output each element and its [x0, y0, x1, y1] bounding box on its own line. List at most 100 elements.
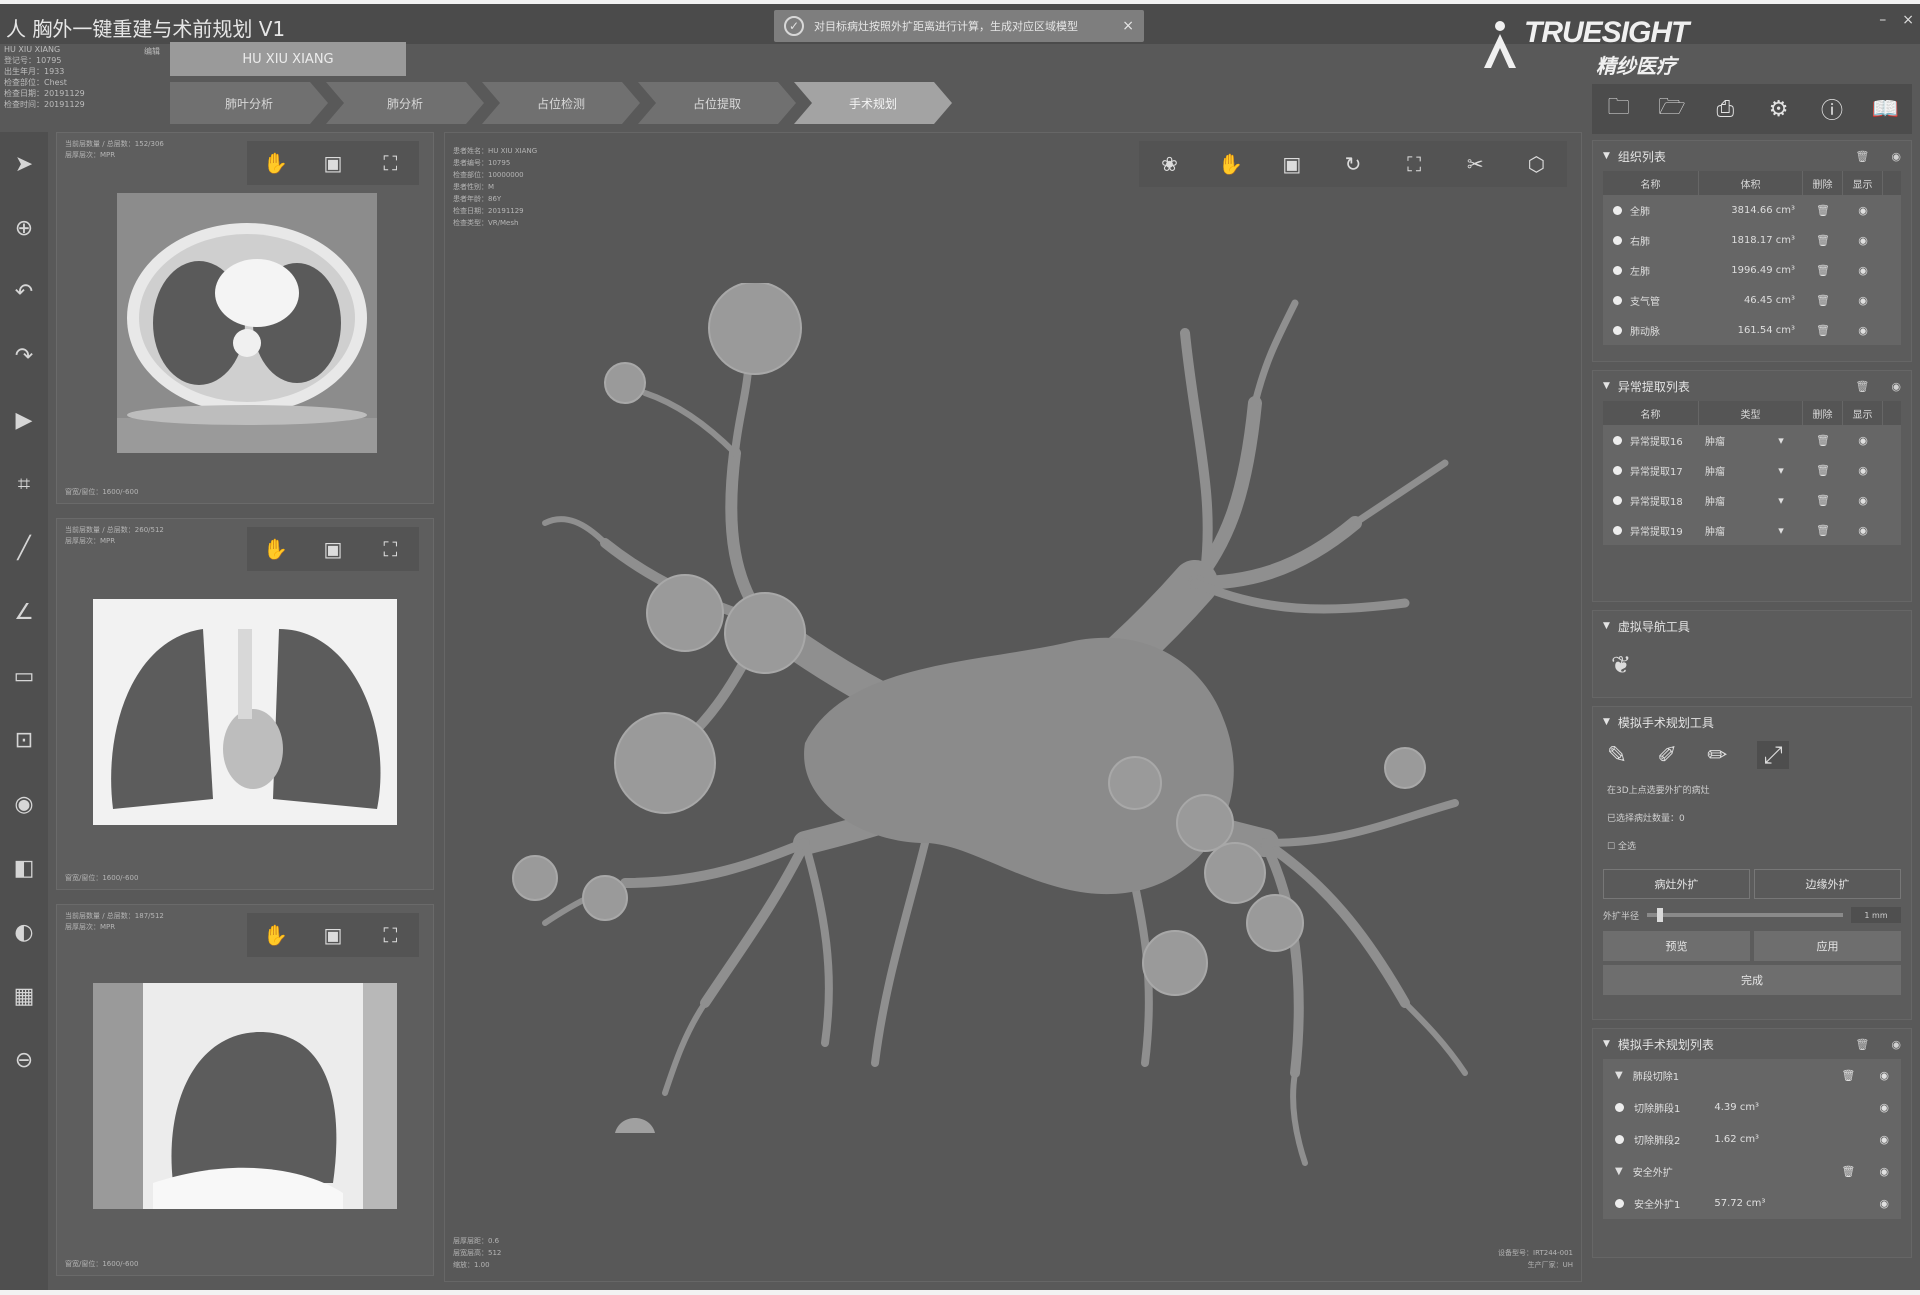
eye-icon[interactable]: ◉ [1843, 524, 1883, 537]
contrast-icon[interactable]: ◐ [0, 900, 48, 964]
save-folder-icon[interactable]: 🗁 [1652, 89, 1692, 129]
settings-icon[interactable]: ⚙ [1759, 89, 1799, 129]
coronal-view[interactable]: 当前层数量 / 总层数：260/512 层厚层次：MPR ✋ ▣ ⛶ 窗宽/窗位… [56, 518, 434, 890]
lung-model-icon[interactable]: ❀ [1152, 146, 1188, 182]
toast-close-button[interactable]: × [1122, 18, 1134, 34]
step-lesion-extraction[interactable]: 占位提取 [638, 82, 796, 124]
delete-icon[interactable]: 🗑 [1855, 150, 1869, 163]
eye-icon[interactable]: ◉ [1879, 1069, 1889, 1082]
annotation-icon[interactable]: ▭ [0, 644, 48, 708]
delete-icon[interactable]: 🗑 [1855, 380, 1869, 393]
chevron-down-icon[interactable]: ▾ [1759, 434, 1803, 447]
hand-pan-icon[interactable]: ✋ [258, 145, 294, 181]
pen-icon[interactable]: ✏ [1707, 741, 1727, 769]
collapse-icon[interactable]: ▼ [1603, 381, 1610, 391]
step-lobe-analysis[interactable]: 肺叶分析 [170, 82, 328, 124]
hand-pan-icon[interactable]: ✋ [258, 531, 294, 567]
fit-view-icon[interactable]: ⛶ [372, 531, 408, 567]
delete-icon[interactable]: 🗑 [1841, 1069, 1855, 1082]
window-level-icon[interactable]: ▣ [315, 531, 351, 567]
minus-circle-icon[interactable]: ⊖ [0, 1028, 48, 1092]
scissors-icon[interactable]: ✂ [1457, 146, 1493, 182]
plan-item[interactable]: 切除肺段1 4.39 cm³ ◉ [1603, 1091, 1901, 1123]
table-row[interactable]: 异常提取16 肿瘤 ▾ 🗑 ◉ [1603, 425, 1901, 455]
fit-view-icon[interactable]: ⛶ [1396, 146, 1432, 182]
edit-patient-button[interactable]: 编辑 [144, 46, 160, 57]
rotate-icon[interactable]: ↻ [1335, 146, 1371, 182]
table-row[interactable]: 异常提取17 肿瘤 ▾ 🗑 ◉ [1603, 455, 1901, 485]
table-row[interactable]: 异常提取18 肿瘤 ▾ 🗑 ◉ [1603, 485, 1901, 515]
undo-icon[interactable]: ↶ [0, 260, 48, 324]
crosshair-icon[interactable]: ⊕ [0, 196, 48, 260]
chevron-down-icon[interactable]: ▾ [1759, 494, 1803, 507]
plan-group[interactable]: ▼ 安全外扩 🗑 ◉ [1603, 1155, 1901, 1187]
book-icon[interactable]: 📖 [1865, 89, 1905, 129]
export-icon[interactable]: ⎙ [1705, 89, 1745, 129]
radius-value[interactable]: 1 mm [1851, 907, 1901, 923]
patient-name-tab[interactable]: HU XIU XIANG [170, 42, 406, 76]
apply-button[interactable]: 应用 [1754, 931, 1901, 961]
axial-view[interactable]: 当前层数量 / 总层数：152/306 层厚层次：MPR ✋ ▣ ⛶ 窗宽/窗位… [56, 132, 434, 504]
panel-header[interactable]: ▼ 模拟手术规划工具 [1593, 707, 1911, 737]
table-row[interactable]: 异常提取19 肿瘤 ▾ 🗑 ◉ [1603, 515, 1901, 545]
eye-icon[interactable]: ◉ [1891, 150, 1901, 163]
wedge-cut-icon[interactable]: ✐ [1657, 741, 1677, 769]
chevron-down-icon[interactable]: ▾ [1759, 464, 1803, 477]
delete-icon[interactable]: 🗑 [1803, 434, 1843, 447]
table-row[interactable]: 右肺 1818.17 cm³ 🗑 ◉ [1603, 225, 1901, 255]
hand-pan-icon[interactable]: ✋ [258, 917, 294, 953]
collapse-icon[interactable]: ▼ [1603, 1039, 1610, 1049]
segment-cut-icon[interactable]: ✎ [1607, 741, 1627, 769]
plan-item[interactable]: 安全外扩1 57.72 cm³ ◉ [1603, 1187, 1901, 1219]
eye-icon[interactable]: ◉ [1843, 494, 1883, 507]
window-level-icon[interactable]: ▣ [1274, 146, 1310, 182]
delete-icon[interactable]: 🗑 [1803, 324, 1843, 337]
focus-icon[interactable]: ⊡ [0, 708, 48, 772]
select-all-row[interactable]: ☐ 全选 [1607, 833, 1897, 861]
step-lesion-detection[interactable]: 占位检测 [482, 82, 640, 124]
ruler-icon[interactable]: ╱ [0, 516, 48, 580]
plan-group[interactable]: ▼ 肺段切除1 🗑 ◉ [1603, 1059, 1901, 1091]
delete-icon[interactable]: 🗑 [1803, 204, 1843, 217]
window-level-icon[interactable]: ▣ [315, 145, 351, 181]
eye-icon[interactable]: ◉ [1843, 434, 1883, 447]
table-row[interactable]: 全肺 3814.66 cm³ 🗑 ◉ [1603, 195, 1901, 225]
delete-icon[interactable]: 🗑 [1803, 494, 1843, 507]
info-icon[interactable]: ⓘ [1812, 89, 1852, 129]
delete-icon[interactable]: 🗑 [1803, 294, 1843, 307]
table-row[interactable]: 肺动脉 161.54 cm³ 🗑 ◉ [1603, 315, 1901, 345]
collapse-icon[interactable]: ▼ [1603, 621, 1610, 631]
eye-icon[interactable]: ◉ [1843, 234, 1883, 247]
lesion-expand-button[interactable]: 病灶外扩 [1603, 869, 1750, 899]
step-surgical-planning[interactable]: 手术规划 [794, 82, 952, 124]
step-lung-analysis[interactable]: 肺分析 [326, 82, 484, 124]
eye-icon[interactable]: ◉ [1879, 1133, 1889, 1146]
panel-header[interactable]: ▼ 虚拟导航工具 [1593, 611, 1911, 641]
close-window-button[interactable]: × [1902, 12, 1914, 28]
radius-slider[interactable] [1647, 908, 1843, 922]
expand-arrow-icon[interactable]: ▼ [1615, 1166, 1623, 1177]
plan-item[interactable]: 切除肺段2 1.62 cm³ ◉ [1603, 1123, 1901, 1155]
eye-icon[interactable]: ◉ [1843, 464, 1883, 477]
table-row[interactable]: 支气管 46.45 cm³ 🗑 ◉ [1603, 285, 1901, 315]
cube-icon[interactable]: ⬡ [1518, 146, 1554, 182]
delete-icon[interactable]: 🗑 [1803, 234, 1843, 247]
expand-arrow-icon[interactable]: ▼ [1615, 1070, 1623, 1081]
hand-pan-icon[interactable]: ✋ [1213, 146, 1249, 182]
collapse-icon[interactable]: ▼ [1603, 717, 1610, 727]
eye-icon[interactable]: ◉ [1891, 1038, 1901, 1051]
eye-icon[interactable]: ◉ [1879, 1165, 1889, 1178]
window-level-icon[interactable]: ▣ [315, 917, 351, 953]
delete-icon[interactable]: 🗑 [1803, 264, 1843, 277]
eye-icon[interactable]: ◉ [0, 772, 48, 836]
edge-expand-button[interactable]: 边缘外扩 [1754, 869, 1901, 899]
delete-icon[interactable]: 🗑 [1803, 524, 1843, 537]
eye-icon[interactable]: ◉ [1843, 264, 1883, 277]
eye-icon[interactable]: ◉ [1879, 1101, 1889, 1114]
eye-icon[interactable]: ◉ [1879, 1197, 1889, 1210]
layout-icon[interactable]: ◧ [0, 836, 48, 900]
main-3d-view[interactable]: 患者姓名：HU XIU XIANG 患者编号：10795 检查部位：100000… [444, 132, 1582, 1282]
delete-icon[interactable]: 🗑 [1841, 1165, 1855, 1178]
table-row[interactable]: 左肺 1996.49 cm³ 🗑 ◉ [1603, 255, 1901, 285]
panel-header[interactable]: ▼ 组织列表 🗑 ◉ [1593, 141, 1911, 171]
